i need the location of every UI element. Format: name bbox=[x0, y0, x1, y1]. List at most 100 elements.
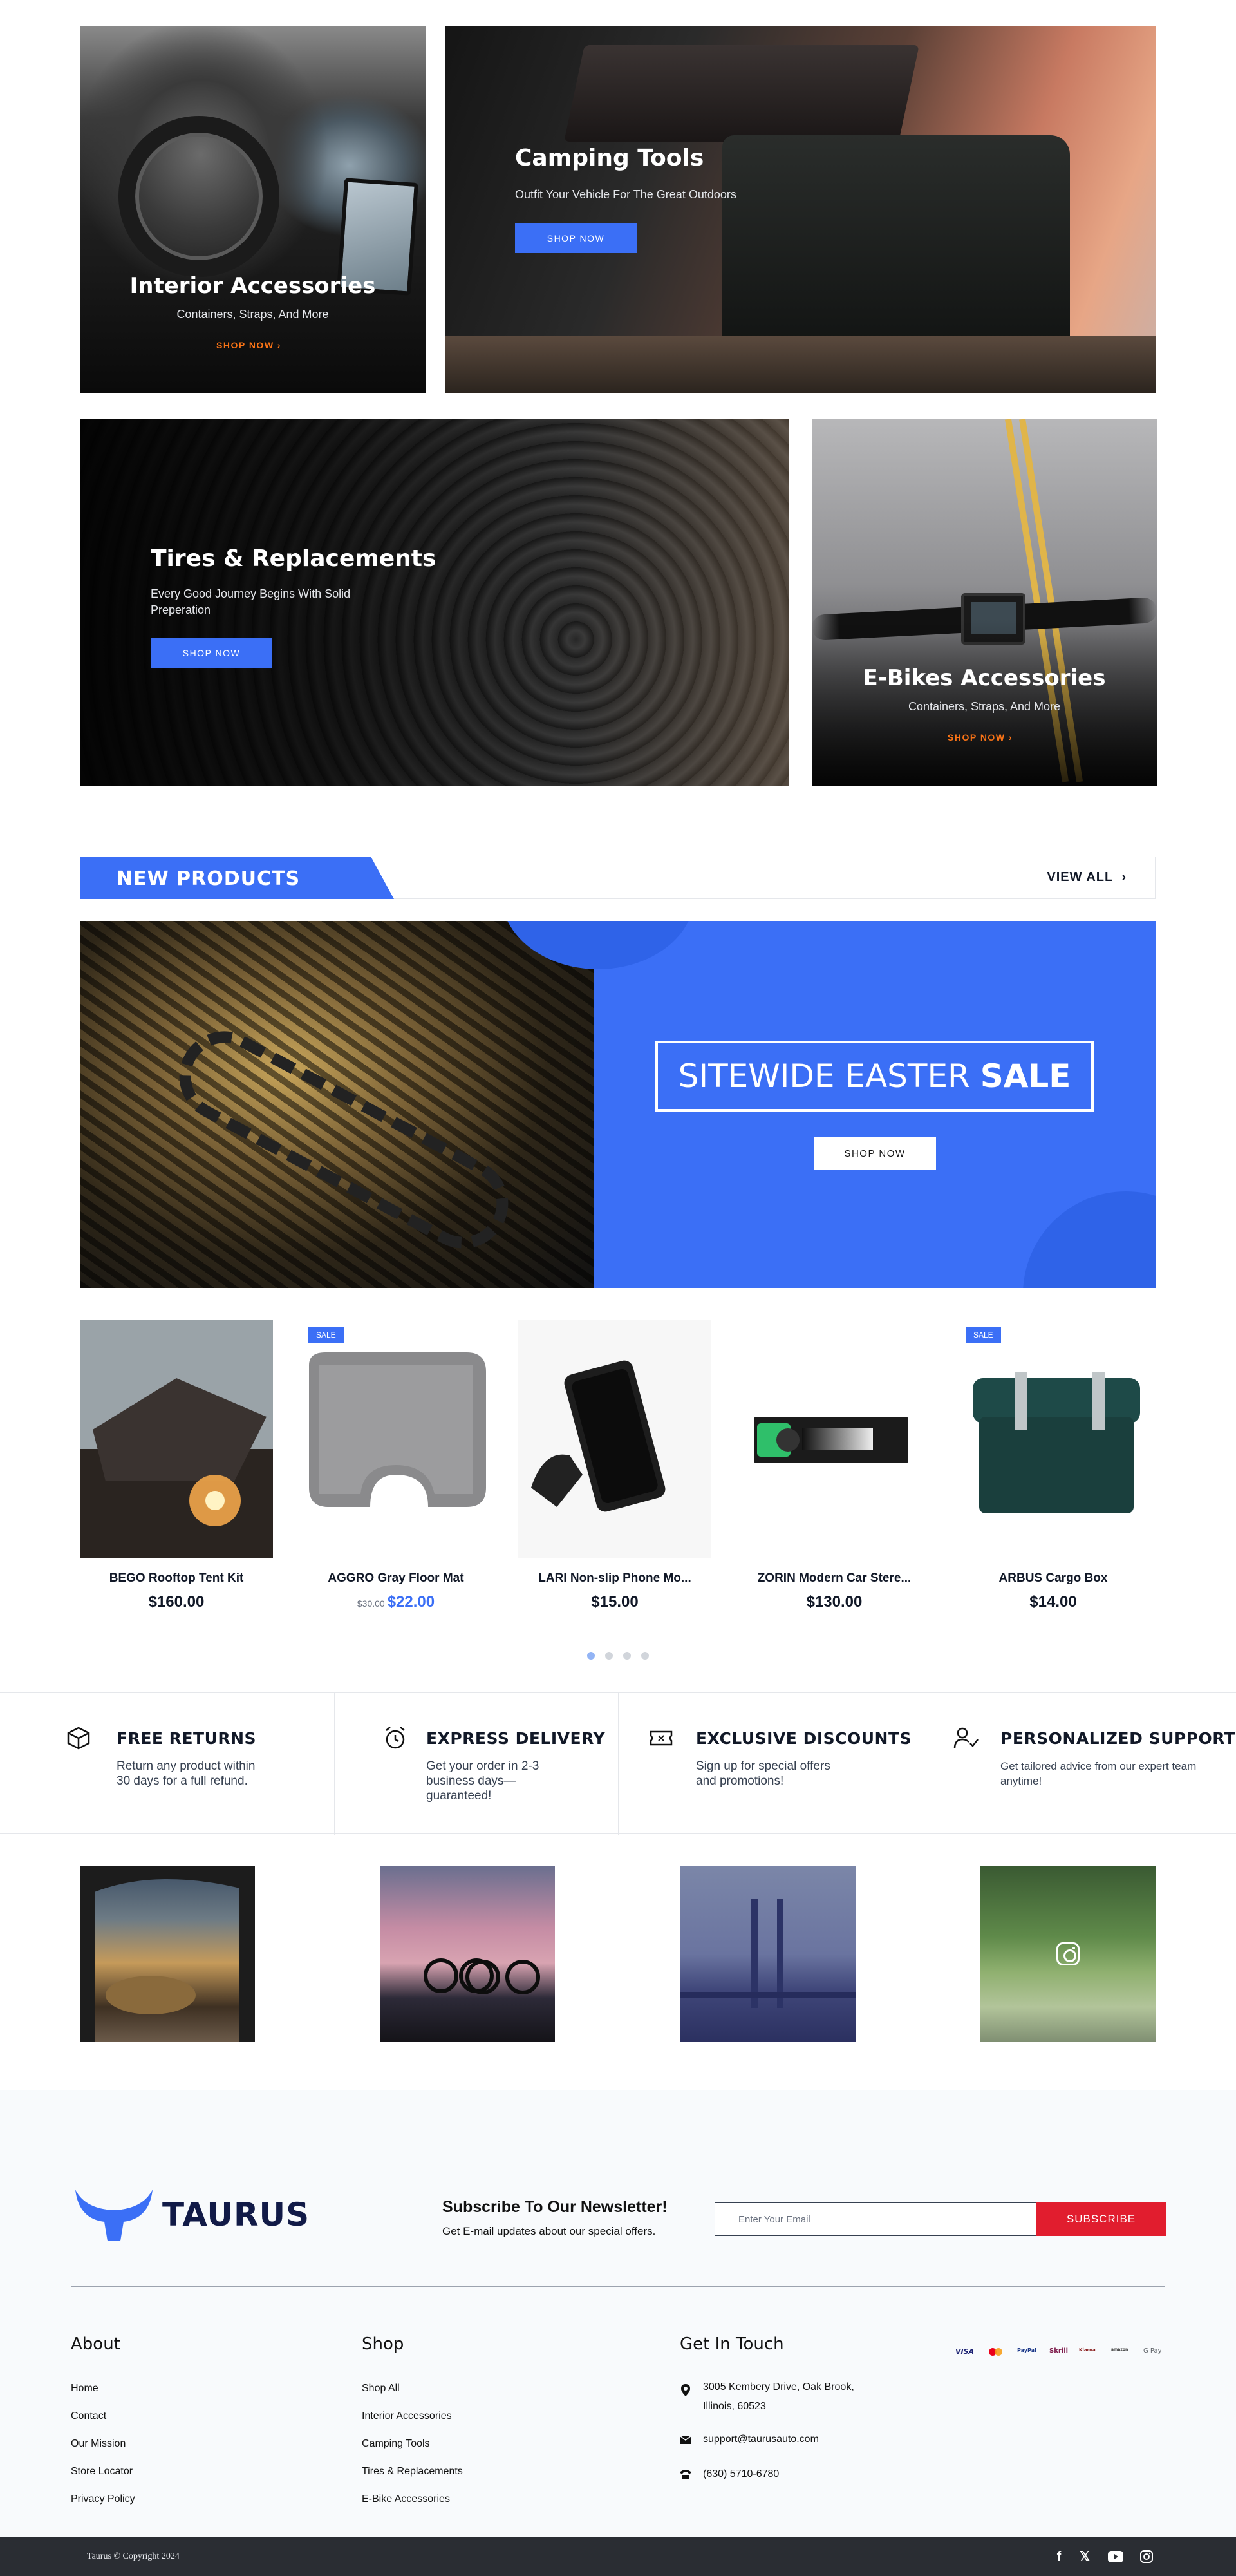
carousel-pagination bbox=[586, 1652, 650, 1661]
instagram-photo-bridge[interactable] bbox=[680, 1866, 856, 2042]
footer-link-shop-all[interactable]: Shop All bbox=[362, 2383, 400, 2394]
banner-camping-tools[interactable]: Camping Tools Outfit Your Vehicle For Th… bbox=[445, 26, 1156, 393]
banner-subtitle-line1: Every Good Journey Begins With Solid bbox=[151, 587, 351, 600]
shop-now-button[interactable]: SHOP NOW bbox=[151, 638, 272, 668]
instagram-photo-camping[interactable] bbox=[80, 1866, 255, 2042]
google-pay-icon: G Pay bbox=[1143, 2347, 1162, 2354]
footer-about-title: About bbox=[71, 2334, 120, 2354]
banner-subtitle: Outfit Your Vehicle For The Great Outdoo… bbox=[515, 188, 736, 201]
newsletter-email-input[interactable] bbox=[715, 2202, 1036, 2236]
shop-now-link[interactable]: SHOP NOW › bbox=[216, 340, 281, 350]
chevron-right-icon: › bbox=[277, 340, 282, 350]
offroad-truck-image bbox=[722, 135, 1070, 348]
product-name[interactable]: ARBUS Cargo Box bbox=[957, 1571, 1150, 1586]
contact-email[interactable]: support@taurusauto.com bbox=[703, 2430, 819, 2449]
product-price: $14.00 bbox=[1029, 1593, 1077, 1611]
location-pin-icon bbox=[681, 2384, 690, 2396]
visa-icon: VISA bbox=[955, 2347, 975, 2356]
banner-title: Interior Accessories bbox=[129, 273, 376, 299]
footer-link-ebike-accessories[interactable]: E-Bike Accessories bbox=[362, 2494, 450, 2505]
product-name[interactable]: ZORIN Modern Car Stere... bbox=[738, 1571, 931, 1586]
facebook-icon[interactable]: f bbox=[1051, 2548, 1067, 2565]
product-card[interactable]: BEGO Rooftop Tent Kit $160.00 bbox=[80, 1320, 273, 1623]
steering-wheel-image bbox=[118, 116, 279, 277]
newsletter-title: Subscribe To Our Newsletter! bbox=[442, 2198, 668, 2216]
features-strip: FREE RETURNS Return any product within 30… bbox=[0, 1692, 1236, 1835]
product-image[interactable] bbox=[299, 1320, 492, 1558]
banner-title: Camping Tools bbox=[515, 145, 704, 171]
footer: TAURUS Subscribe To Our Newsletter! Get … bbox=[0, 2090, 1236, 2537]
product-image[interactable] bbox=[80, 1320, 273, 1558]
phone-icon bbox=[680, 2470, 691, 2479]
carousel-dot[interactable] bbox=[605, 1652, 613, 1660]
product-name[interactable]: LARI Non-slip Phone Mo... bbox=[518, 1571, 711, 1586]
mail-icon bbox=[679, 2435, 692, 2444]
feature-title: FREE RETURNS bbox=[117, 1729, 257, 1748]
instagram-photo-people[interactable] bbox=[980, 1866, 1156, 2042]
footer-link-privacy-policy[interactable]: Privacy Policy bbox=[71, 2494, 135, 2505]
product-image[interactable] bbox=[518, 1320, 711, 1558]
product-image[interactable] bbox=[738, 1320, 931, 1558]
footer-link-store-locator[interactable]: Store Locator bbox=[71, 2466, 133, 2477]
product-image[interactable] bbox=[957, 1320, 1150, 1558]
engine-chain-image bbox=[80, 921, 594, 1288]
ticket-icon bbox=[650, 1730, 673, 1746]
sale-price: $22.00 bbox=[387, 1593, 435, 1611]
old-price: $30.00 bbox=[357, 1598, 385, 1609]
view-all-link[interactable]: VIEW ALL › bbox=[1047, 870, 1127, 885]
shop-now-button[interactable]: SHOP NOW bbox=[515, 223, 637, 253]
chevron-right-icon: › bbox=[1121, 870, 1127, 884]
x-icon[interactable]: 𝕏 bbox=[1076, 2548, 1093, 2565]
youtube-icon[interactable] bbox=[1107, 2548, 1124, 2565]
feature-desc: Return any product within 30 days for a f… bbox=[117, 1759, 256, 1788]
shop-now-button[interactable]: SHOP NOW bbox=[814, 1137, 936, 1170]
carousel-dot[interactable] bbox=[623, 1652, 631, 1660]
chevron-right-icon: › bbox=[1008, 732, 1013, 743]
footer-link-tires-replacements[interactable]: Tires & Replacements bbox=[362, 2466, 463, 2477]
carousel-dot[interactable] bbox=[587, 1652, 595, 1660]
instagram-icon bbox=[1056, 1942, 1080, 1965]
product-name[interactable]: AGGRO Gray Floor Mat bbox=[299, 1571, 492, 1586]
footer-divider bbox=[71, 2286, 1165, 2287]
instagram-photo-ebikes[interactable] bbox=[380, 1866, 555, 2042]
contact-phone[interactable]: (630) 5710-6780 bbox=[703, 2465, 779, 2484]
product-card[interactable]: SALE ARBUS Cargo Box $14.00 bbox=[957, 1320, 1150, 1623]
brand-logo-text[interactable]: TAURUS bbox=[162, 2196, 310, 2233]
footer-link-contact[interactable]: Contact bbox=[71, 2410, 106, 2422]
product-name[interactable]: BEGO Rooftop Tent Kit bbox=[80, 1571, 273, 1586]
easter-sale-banner: SITEWIDE EASTER SALE SHOP NOW bbox=[80, 921, 1156, 1288]
sale-headline-box: SITEWIDE EASTER SALE bbox=[655, 1041, 1094, 1112]
feature-exclusive-discounts: EXCLUSIVE DISCOUNTS Sign up for special … bbox=[618, 1693, 912, 1835]
feature-desc: Get tailored advice from our expert team… bbox=[1000, 1760, 1197, 1787]
banner-subtitle: Containers, Straps, And More bbox=[908, 700, 1061, 713]
klarna-icon: Klarna bbox=[1079, 2347, 1096, 2353]
instagram-icon[interactable] bbox=[1138, 2548, 1155, 2565]
product-card[interactable]: SALE AGGRO Gray Floor Mat $30.00 $22.00 bbox=[299, 1320, 492, 1623]
alarm-clock-icon bbox=[386, 1727, 405, 1749]
footer-bottom-bar: Taurus © Copyright 2024 f 𝕏 bbox=[0, 2537, 1236, 2576]
sale-headline-bold: SALE bbox=[980, 1057, 1071, 1095]
banner-title: Tires & Replacements bbox=[151, 545, 436, 572]
feature-title: EXPRESS DELIVERY bbox=[426, 1729, 606, 1748]
feature-title: EXCLUSIVE DISCOUNTS bbox=[696, 1729, 912, 1748]
footer-link-interior-accessories[interactable]: Interior Accessories bbox=[362, 2410, 452, 2422]
product-card[interactable]: LARI Non-slip Phone Mo... $15.00 bbox=[518, 1320, 711, 1623]
shop-now-link[interactable]: SHOP NOW › bbox=[948, 732, 1013, 743]
product-price: $160.00 bbox=[148, 1593, 205, 1611]
feature-free-returns: FREE RETURNS Return any product within 30… bbox=[0, 1693, 334, 1835]
product-price: $30.00 $22.00 bbox=[299, 1593, 492, 1611]
sale-badge: SALE bbox=[966, 1327, 1001, 1343]
feature-desc: Get your order in 2-3 business days— guara… bbox=[426, 1759, 539, 1803]
subscribe-button[interactable]: SUBSCRIBE bbox=[1036, 2202, 1166, 2236]
sale-headline: SITEWIDE EASTER bbox=[678, 1057, 970, 1095]
footer-shop-title: Shop bbox=[362, 2334, 404, 2354]
banner-ebikes-accessories[interactable]: E-Bikes Accessories Containers, Straps, … bbox=[812, 419, 1157, 786]
feature-title: PERSONALIZED SUPPORT bbox=[1000, 1729, 1236, 1748]
footer-link-camping-tools[interactable]: Camping Tools bbox=[362, 2438, 430, 2450]
banner-tires-replacements[interactable]: Tires & Replacements Every Good Journey … bbox=[80, 419, 789, 786]
product-card[interactable]: ZORIN Modern Car Stere... $130.00 bbox=[738, 1320, 931, 1623]
banner-interior-accessories[interactable]: Interior Accessories Containers, Straps,… bbox=[80, 26, 426, 393]
footer-link-home[interactable]: Home bbox=[71, 2383, 98, 2394]
footer-link-our-mission[interactable]: Our Mission bbox=[71, 2438, 126, 2450]
carousel-dot[interactable] bbox=[641, 1652, 649, 1660]
